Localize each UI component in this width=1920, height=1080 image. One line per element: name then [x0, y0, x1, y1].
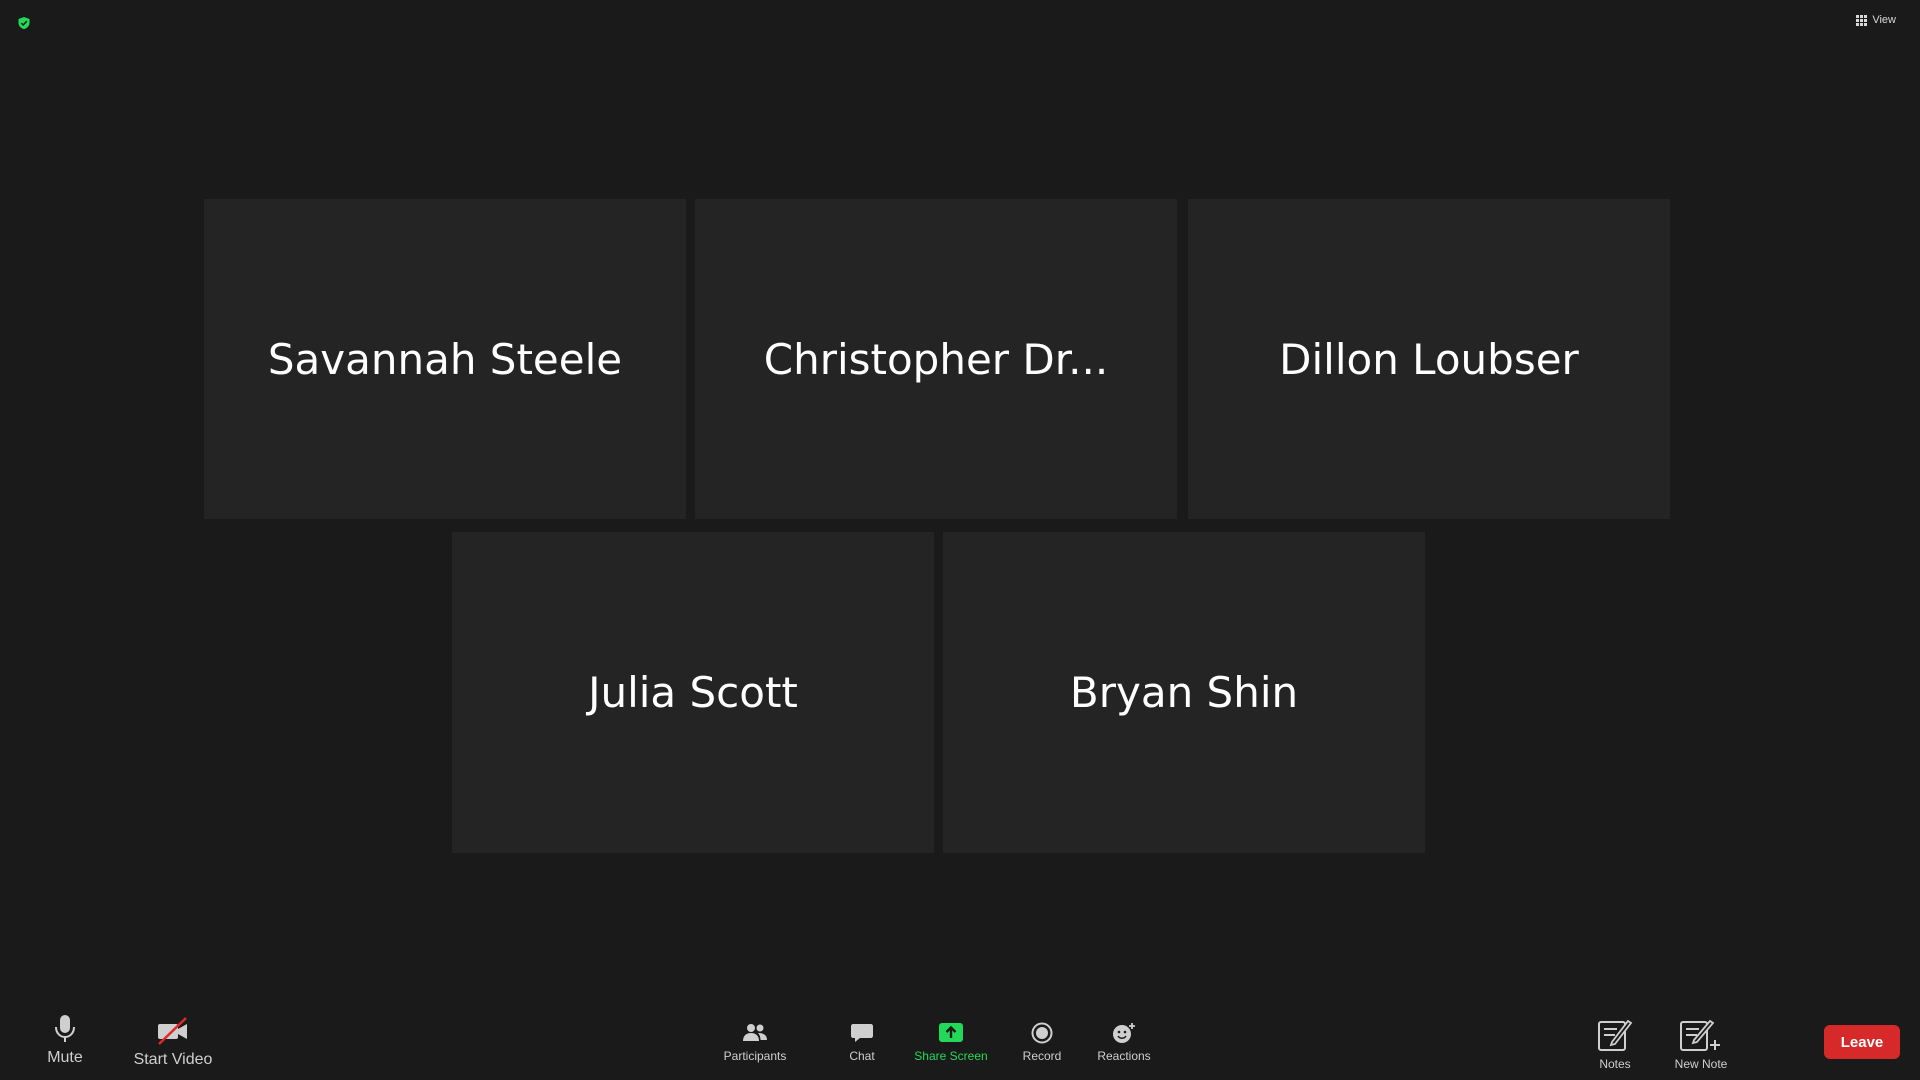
participants-label: Participants: [723, 1049, 787, 1063]
record-label: Record: [1022, 1049, 1062, 1063]
participant-name: Bryan Shin: [1069, 668, 1299, 717]
microphone-icon: [53, 1014, 77, 1044]
share-screen-label: Share Screen: [914, 1049, 988, 1063]
participant-tile[interactable]: Christopher Dr...: [695, 199, 1177, 519]
grid-icon: [1856, 14, 1868, 26]
note-pencil-icon: [1597, 1018, 1633, 1052]
smiley-plus-icon: [1111, 1022, 1137, 1044]
record-button[interactable]: Record: [1018, 1022, 1066, 1063]
mute-button[interactable]: Mute: [38, 1014, 92, 1067]
start-video-button[interactable]: Start Video: [125, 1016, 221, 1069]
video-camera-off-icon: [156, 1016, 190, 1046]
start-video-label: Start Video: [133, 1051, 213, 1068]
mute-label: Mute: [47, 1049, 83, 1066]
participant-tile[interactable]: Dillon Loubser: [1188, 199, 1670, 519]
share-screen-button[interactable]: Share Screen: [911, 1022, 991, 1063]
meeting-toolbar: Mute Start Video Participants Chat Share…: [0, 1000, 1920, 1080]
note-plus-icon: [1679, 1018, 1723, 1052]
chat-label: Chat: [849, 1049, 875, 1063]
new-note-button[interactable]: New Note: [1666, 1018, 1736, 1071]
reactions-label: Reactions: [1097, 1049, 1151, 1063]
record-icon: [1031, 1022, 1053, 1044]
chat-button[interactable]: Chat: [842, 1022, 882, 1063]
participant-tile[interactable]: Savannah Steele: [204, 199, 686, 519]
notes-label: Notes: [1599, 1057, 1631, 1071]
participant-name: Christopher Dr...: [763, 334, 1109, 384]
view-label: View: [1872, 14, 1896, 26]
chat-bubble-icon: [850, 1022, 874, 1044]
new-note-label: New Note: [1674, 1057, 1728, 1071]
participant-name: Dillon Loubser: [1279, 334, 1579, 384]
participant-name: Savannah Steele: [267, 334, 623, 384]
notes-button[interactable]: Notes: [1592, 1018, 1638, 1071]
encryption-shield-icon[interactable]: [17, 16, 31, 30]
participant-tile[interactable]: Julia Scott: [452, 532, 934, 853]
participant-name: Julia Scott: [588, 668, 798, 717]
view-button[interactable]: View: [1856, 14, 1896, 26]
people-icon: [742, 1022, 768, 1044]
participant-tile[interactable]: Bryan Shin: [943, 532, 1425, 853]
share-screen-arrow-icon: [938, 1022, 964, 1044]
reactions-button[interactable]: Reactions: [1091, 1022, 1157, 1063]
leave-button[interactable]: Leave: [1824, 1025, 1900, 1059]
participants-button[interactable]: Participants: [718, 1022, 792, 1063]
